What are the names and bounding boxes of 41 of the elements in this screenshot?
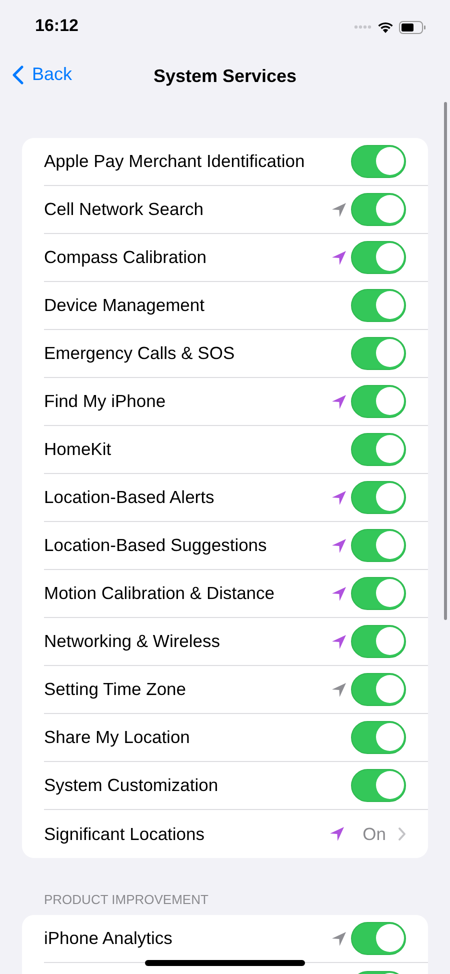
toggle-switch[interactable] (351, 337, 406, 370)
setting-label: Share My Location (44, 727, 190, 748)
toggle-switch[interactable] (351, 529, 406, 562)
back-button[interactable]: Back (12, 64, 72, 85)
setting-label: System Customization (44, 775, 218, 796)
setting-label: Find My iPhone (44, 391, 166, 412)
setting-label: Location-Based Alerts (44, 487, 214, 508)
setting-label: Networking & Wireless (44, 631, 220, 652)
setting-label: Setting Time Zone (44, 679, 186, 700)
battery-icon (399, 20, 426, 34)
setting-label: Location-Based Suggestions (44, 535, 267, 556)
setting-label: Apple Pay Merchant Identification (44, 151, 305, 172)
toggle-switch[interactable] (351, 625, 406, 658)
toggle-switch[interactable] (351, 922, 406, 955)
signal-icon (354, 25, 372, 29)
setting-label: Motion Calibration & Distance (44, 583, 275, 604)
toggle-switch[interactable] (351, 385, 406, 418)
toggle-switch[interactable] (351, 481, 406, 514)
setting-label: Compass Calibration (44, 247, 206, 268)
page-title: System Services (153, 66, 297, 86)
setting-label: Emergency Calls & SOS (44, 343, 235, 364)
chevron-right-icon (398, 827, 406, 841)
toggle-switch[interactable] (351, 769, 406, 802)
setting-label: Cell Network Search (44, 199, 204, 220)
toggle-switch[interactable] (351, 145, 406, 178)
section-header: PRODUCT IMPROVEMENT (43, 892, 210, 909)
toggle-switch[interactable] (351, 289, 406, 322)
toggle-switch[interactable] (351, 433, 406, 466)
toggle-switch[interactable] (351, 577, 406, 610)
toggle-switch[interactable] (351, 241, 406, 274)
toggle-switch[interactable] (351, 673, 406, 706)
status-time: 16:12 (35, 16, 78, 36)
setting-label: Significant Locations (44, 824, 205, 844)
toggle-switch[interactable] (351, 193, 406, 226)
setting-value: On (362, 824, 386, 844)
wifi-icon (377, 21, 394, 33)
setting-label: iPhone Analytics (44, 928, 172, 949)
toggle-switch[interactable] (351, 721, 406, 754)
chevron-left-icon (12, 64, 24, 84)
setting-label: HomeKit (44, 439, 112, 460)
setting-label: Device Management (44, 295, 204, 316)
